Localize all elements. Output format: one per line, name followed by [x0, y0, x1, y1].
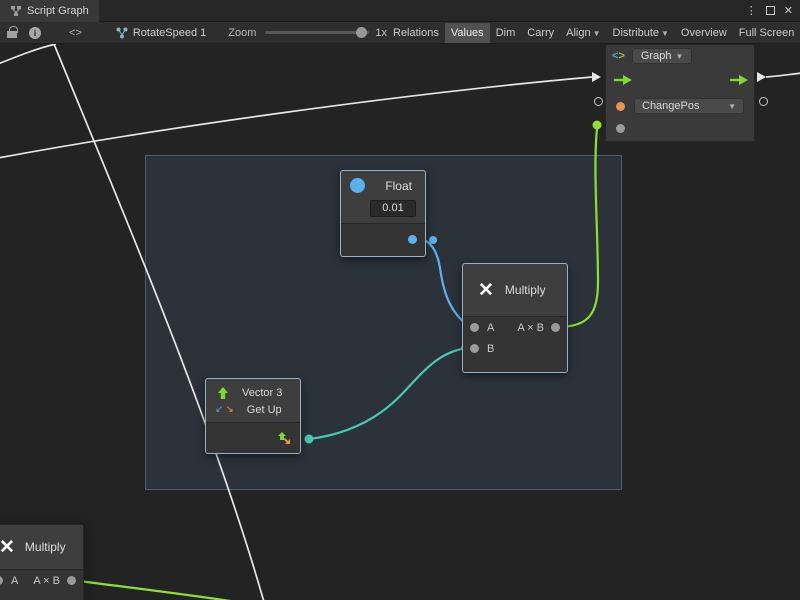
float-type-icon: [350, 178, 365, 193]
float-output-port[interactable]: [408, 235, 417, 244]
inspector-header: <> Graph ▼: [606, 45, 754, 67]
value-port-ring-right[interactable]: [759, 97, 768, 106]
multiply-node-title: Multiply: [505, 283, 546, 297]
code-icon[interactable]: <>: [69, 27, 82, 39]
multiply-input-a-port[interactable]: [470, 323, 479, 332]
toolbar-button-distribute[interactable]: Distribute▼: [607, 23, 675, 43]
graph-dropdown-button[interactable]: Graph ▼: [632, 48, 693, 64]
toolbar-button-align[interactable]: Align▼: [560, 23, 606, 43]
white-flow-out-arrow[interactable]: [757, 72, 766, 82]
port-b-label: B: [487, 343, 494, 355]
graph-inspector-panel: <> Graph ▼ ChangePos ▼: [605, 44, 755, 142]
zoom-slider[interactable]: [265, 31, 369, 34]
node-multiply-2[interactable]: ✕ Multiply A A × B: [0, 524, 84, 600]
extra-port-row: [606, 119, 754, 141]
node-multiply[interactable]: ✕ Multiply A A × B B: [462, 263, 568, 373]
info-icon[interactable]: i: [29, 27, 41, 39]
white-flow-in-arrow[interactable]: [592, 72, 601, 82]
flow-input-arrow-icon[interactable]: [614, 75, 632, 85]
multiply2-output-port[interactable]: [67, 576, 76, 585]
toolbar-button-carry[interactable]: Carry: [521, 23, 560, 43]
vector-title-line: Vector 3: [206, 384, 300, 401]
port-row-a: A A × B: [0, 570, 83, 591]
multiply-input-b-port[interactable]: [470, 344, 479, 353]
port-out-label: A × B: [33, 575, 60, 587]
vector-node-title: Vector 3: [242, 387, 282, 399]
lock-icon[interactable]: [7, 31, 17, 38]
port-out-label: A × B: [517, 322, 544, 334]
close-icon[interactable]: ✕: [784, 4, 793, 17]
maximize-icon[interactable]: [766, 6, 775, 15]
titlebar: Script Graph ⋮ ✕: [0, 0, 800, 22]
tab-title: Script Graph: [27, 5, 89, 17]
kebab-menu-icon[interactable]: ⋮: [746, 6, 757, 16]
float-node-title: Float: [385, 179, 412, 193]
float-value-input[interactable]: 0.01: [370, 200, 416, 217]
zoom-value: 1x: [375, 27, 387, 39]
vector-node-body: [206, 423, 300, 453]
vector-node-header: Vector 3 ↙ ↘ Get Up: [206, 379, 300, 422]
port-row-b: B: [463, 338, 567, 359]
breadcrumb-label: RotateSpeed 1: [133, 27, 206, 39]
chevron-down-icon: ▼: [675, 52, 683, 61]
vector-subtitle-line: ↙ ↘ Get Up: [206, 401, 300, 418]
multiply-node-body: A A × B B: [463, 317, 567, 372]
multiply2-node-body: A A × B: [0, 570, 83, 600]
visual-scripting-icon: <>: [612, 50, 625, 62]
graph-breadcrumb[interactable]: RotateSpeed 1: [116, 27, 206, 39]
toolbar: i <> RotateSpeed 1 Zoom 1x Relations Val…: [0, 22, 800, 44]
zoom-slider-handle[interactable]: [356, 27, 367, 38]
chevron-down-icon: ▼: [593, 29, 601, 38]
float-node-body: [341, 224, 425, 256]
toolbar-button-relations[interactable]: Relations: [387, 23, 445, 43]
tab-script-graph[interactable]: Script Graph: [0, 0, 99, 22]
value-port-ring-left[interactable]: [594, 97, 603, 106]
vector3-output-port[interactable]: [277, 431, 291, 448]
multiply2-node-header: ✕ Multiply: [0, 525, 83, 569]
multiply-node-header: ✕ Multiply: [463, 264, 567, 316]
flow-output-arrow-icon[interactable]: [730, 75, 748, 85]
chevron-down-icon: ▼: [661, 29, 669, 38]
changepos-dropdown[interactable]: ChangePos ▼: [634, 98, 744, 114]
multiply2-input-a-port[interactable]: [0, 576, 3, 585]
toolbar-button-full-screen[interactable]: Full Screen: [733, 23, 800, 43]
toolbar-button-overview[interactable]: Overview: [675, 23, 733, 43]
toolbar-button-dim[interactable]: Dim: [490, 23, 522, 43]
multiply-icon: ✕: [478, 281, 494, 300]
script-graph-window: Script Graph ⋮ ✕ i <> RotateSpeed 1 Zoom…: [0, 0, 800, 600]
node-float[interactable]: Float 0.01: [340, 170, 426, 257]
arrow-down-left-icon: ↙: [215, 404, 223, 415]
multiply-icon: ✕: [0, 538, 15, 557]
vector-node-subtitle: Get Up: [247, 404, 282, 416]
float-node-header: Float: [341, 171, 425, 200]
control-flow-row: [606, 67, 754, 93]
zoom-label: Zoom: [228, 27, 256, 39]
multiply2-node-title: Multiply: [25, 540, 66, 554]
vector3-up-arrow-icon: [217, 386, 229, 400]
node-vector3-get-up[interactable]: Vector 3 ↙ ↘ Get Up: [205, 378, 301, 454]
extra-input-port[interactable]: [616, 124, 625, 133]
chevron-down-icon: ▼: [728, 102, 736, 111]
vector3-port-icon: [277, 431, 291, 445]
toolbar-button-values[interactable]: Values: [445, 23, 490, 43]
port-a-label: A: [11, 575, 18, 587]
arrow-down-right-icon: ↘: [225, 404, 233, 415]
changepos-input-port[interactable]: [616, 102, 625, 111]
unit-row: ChangePos ▼: [606, 93, 754, 119]
multiply-output-port[interactable]: [551, 323, 560, 332]
port-a-label: A: [487, 322, 494, 334]
graph-asset-icon: [116, 27, 128, 39]
script-graph-icon: [10, 5, 22, 17]
port-row-a: A A × B: [463, 317, 567, 338]
window-controls: ⋮ ✕: [746, 4, 800, 17]
